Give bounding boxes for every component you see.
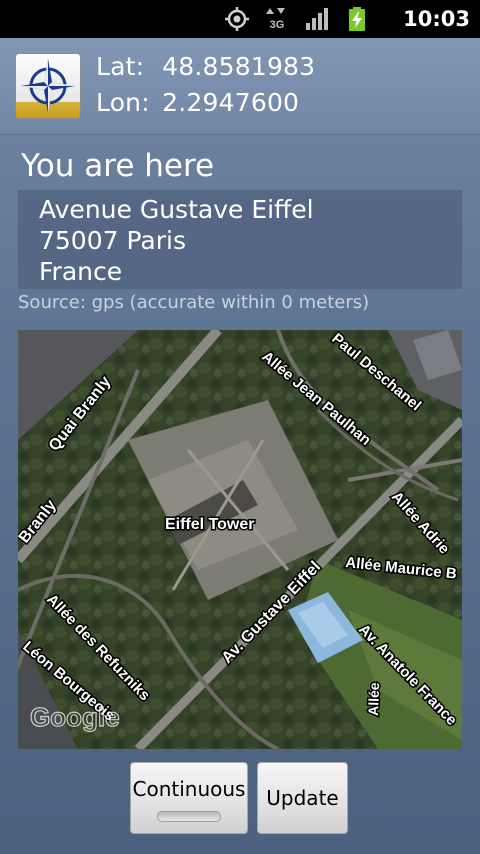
app-icon [15,53,81,119]
network-3g-icon: 3G [266,8,285,31]
address-country: France [39,257,123,286]
signal-icon [306,8,328,30]
continuous-toggle-button[interactable]: Continuous [130,762,248,834]
location-title: You are here [21,148,215,184]
map-label-eiffel-tower: Eiffel Tower [165,516,255,533]
longitude-value: 2.2947600 [162,88,300,117]
network-label: 3G [270,19,285,31]
longitude-readout: Lon: 2.2947600 [96,88,299,117]
status-icons: 3G [224,0,370,38]
compass-rose-icon [21,59,75,113]
address-street: Avenue Gustave Eiffel [39,195,314,224]
latitude-value: 48.8581983 [162,52,316,81]
location-source: Source: gps (accurate within 0 meters) [18,292,370,313]
status-clock: 10:03 [403,7,470,31]
address-postcode-city: 75007 Paris [39,226,186,255]
google-watermark: Google [30,702,120,732]
update-button[interactable]: Update [257,762,348,834]
map-label-allee: Allée [365,682,382,716]
battery-charging-icon [349,7,365,31]
longitude-label: Lon: [96,88,150,117]
update-button-label: Update [266,786,339,810]
satellite-map[interactable]: Quai Branly Branly Allée Jean Paulhan Pa… [18,330,462,749]
continuous-toggle-indicator [157,811,221,822]
satellite-map-image: Quai Branly Branly Allée Jean Paulhan Pa… [18,330,462,749]
gps-icon [225,7,249,31]
coordinates-header: Lat: 48.8581983 Lon: 2.2947600 [0,38,480,135]
continuous-button-label: Continuous [132,777,246,801]
status-bar: 3G 10:03 [0,0,480,38]
address-box: Avenue Gustave Eiffel 75007 Paris France [18,190,462,289]
latitude-readout: Lat: 48.8581983 [96,52,315,81]
latitude-label: Lat: [96,52,145,81]
